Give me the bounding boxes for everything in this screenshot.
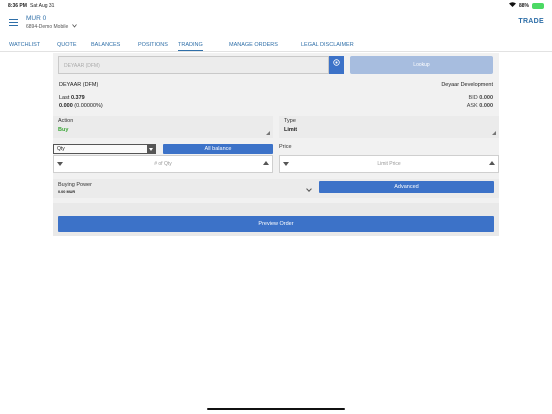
tab-positions[interactable]: POSITIONS — [138, 42, 168, 48]
menu-icon[interactable] — [9, 19, 18, 26]
instrument-name: Deyaar Development — [441, 82, 493, 88]
chevron-down-icon — [72, 24, 78, 30]
price-placeholder: Limit Price — [377, 161, 401, 167]
target-icon — [333, 59, 340, 68]
tab-quote[interactable]: QUOTE — [57, 42, 77, 48]
dropdown-corner-icon — [492, 131, 496, 135]
trading-panel: DEYAAR (DFM) Lookup DEYAAR (DFM) Deyaar … — [53, 53, 499, 236]
price-stepper[interactable]: Limit Price — [279, 155, 499, 173]
account-selector[interactable]: 6894-Demo Mobile — [26, 24, 78, 30]
preview-section: Preview Order — [53, 203, 499, 236]
type-select[interactable]: Type Limit — [279, 116, 499, 138]
all-balance-button[interactable]: All balance — [163, 144, 273, 154]
tab-manage-orders[interactable]: MANAGE ORDERS — [229, 42, 278, 48]
tab-watchlist[interactable]: WATCHLIST — [9, 42, 40, 48]
account-title[interactable]: MUR 0 — [26, 15, 46, 22]
status-date: Sat Aug 31 — [30, 3, 55, 9]
ask-label: ASK — [466, 103, 478, 109]
dropdown-corner-icon — [266, 131, 270, 135]
wifi-icon — [508, 2, 516, 9]
price-change: 0.000 (0.00000%) — [59, 103, 103, 109]
app-header: MUR 0 6894-Demo Mobile TRADE — [0, 11, 552, 37]
chevron-down-icon — [147, 145, 155, 153]
qty-placeholder: # of Qty — [154, 161, 172, 167]
quantity-stepper[interactable]: # of Qty — [53, 155, 273, 173]
bid-label: BID — [468, 95, 478, 101]
last-label: Last — [59, 95, 70, 101]
change-value: 0.000 — [59, 103, 73, 109]
account-sub-label: 6894-Demo Mobile — [26, 24, 69, 30]
type-label: Type — [284, 118, 296, 124]
tab-trading[interactable]: TRADING — [178, 42, 203, 51]
qty-mode-value: Qty — [57, 146, 65, 152]
buying-power-value: 0.00 MUR — [58, 190, 76, 194]
scan-button[interactable] — [329, 56, 344, 74]
decrement-icon[interactable] — [283, 162, 289, 166]
chevron-down-icon[interactable] — [306, 186, 312, 192]
increment-icon[interactable] — [263, 161, 269, 165]
trade-button[interactable]: TRADE — [518, 18, 544, 25]
buying-power-label: Buying Power — [58, 182, 92, 188]
ask: ASK 0.000 — [467, 103, 493, 109]
tab-balances[interactable]: BALANCES — [91, 42, 120, 48]
tab-bar: WATCHLIST QUOTE BALANCES POSITIONS TRADI… — [0, 39, 552, 52]
status-bar: 8:36 PM Sat Aug 31 88% — [0, 0, 552, 11]
action-label: Action — [58, 118, 74, 124]
decrement-icon[interactable] — [57, 162, 63, 166]
action-value: Buy — [58, 127, 69, 133]
instrument-symbol: DEYAAR (DFM) — [59, 82, 99, 88]
bid: BID 0.000 — [469, 95, 493, 101]
advanced-button[interactable]: Advanced — [319, 181, 494, 193]
tab-legal-disclaimer[interactable]: LEGAL DISCLAIMER — [301, 42, 354, 48]
battery-percent: 88% — [518, 2, 529, 9]
action-select[interactable]: Action Buy — [53, 116, 273, 138]
preview-order-button[interactable]: Preview Order — [58, 216, 494, 232]
buying-power-panel: Buying Power 0.00 MUR Advanced — [53, 179, 499, 198]
home-indicator[interactable] — [207, 408, 345, 410]
increment-icon[interactable] — [489, 161, 495, 165]
qty-mode-select[interactable]: Qty — [53, 144, 156, 154]
battery-icon — [532, 2, 544, 9]
status-time: 8:36 PM — [8, 3, 27, 9]
last-price: Last 0.379 — [59, 95, 85, 101]
price-label: Price — [279, 144, 292, 150]
type-value: Limit — [284, 127, 298, 133]
last-value: 0.379 — [70, 95, 85, 101]
lookup-button[interactable]: Lookup — [350, 56, 493, 74]
symbol-input[interactable]: DEYAAR (DFM) — [58, 56, 329, 74]
ask-value: 0.000 — [479, 103, 493, 109]
status-right: 88% — [508, 2, 544, 9]
bid-value: 0.000 — [479, 95, 493, 101]
change-percent: (0.00000%) — [74, 103, 103, 109]
